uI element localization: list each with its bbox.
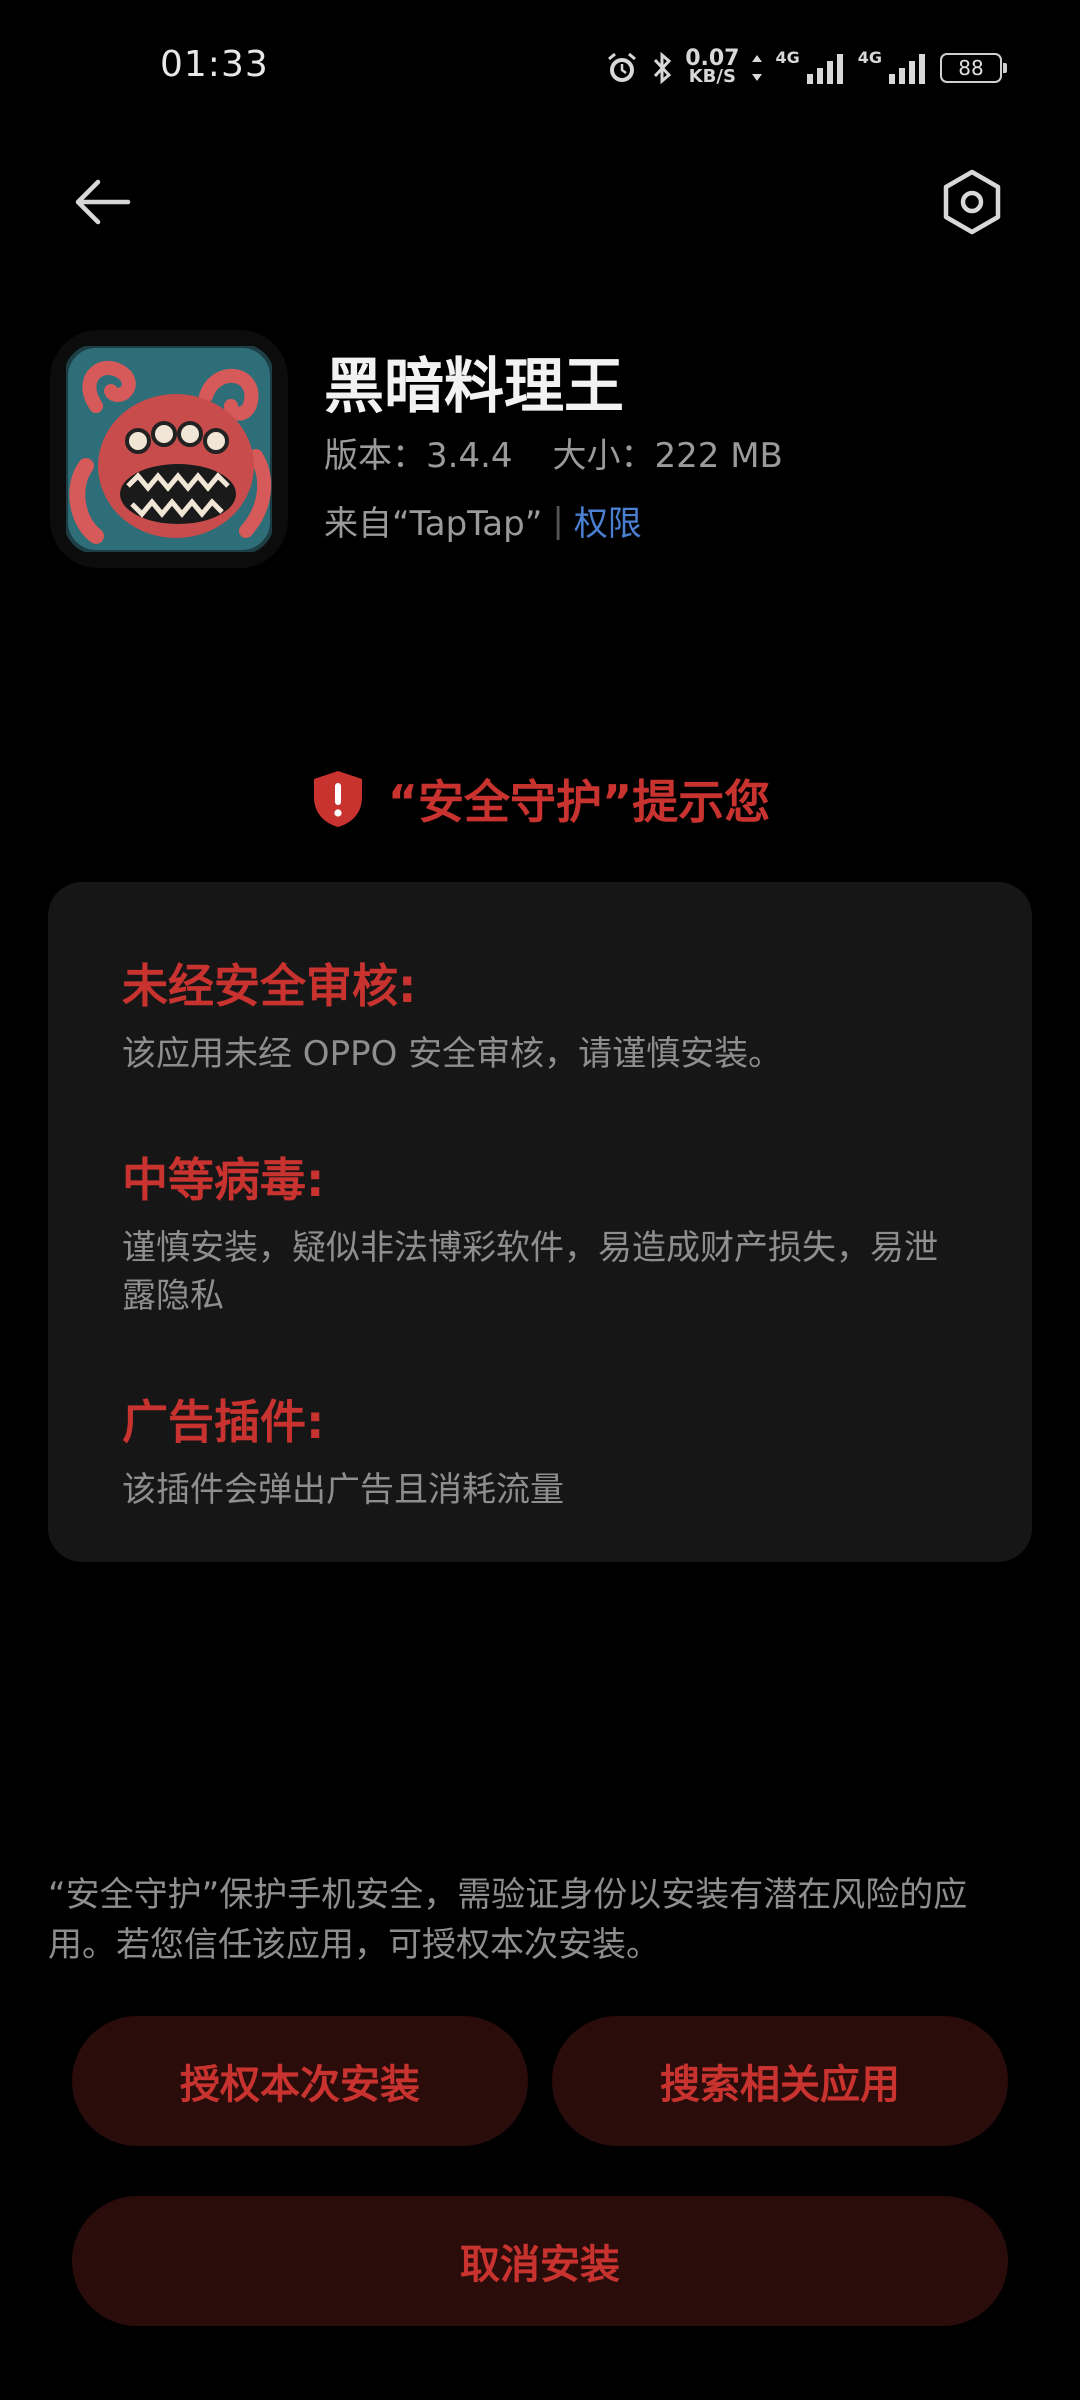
security-note: “安全守护”保护手机安全，需验证身份以安装有潜在风险的应用。若您信任该应用，可授… [48, 1875, 968, 1965]
risk-item: 中等病毒: 谨慎安装，疑似非法博彩软件，易造成财产损失，易泄露隐私 [122, 1144, 958, 1320]
cancel-install-button[interactable]: 取消安装 [72, 2196, 1008, 2326]
app-source-row: 来自“TapTap” | 权限 [324, 496, 642, 545]
network-type-2: 4G [857, 48, 882, 67]
risk-desc: 该插件会弹出广告且消耗流量 [122, 1470, 564, 1510]
bluetooth-icon [654, 51, 672, 84]
risk-card: 未经安全审核: 该应用未经 OPPO 安全审核，请谨慎安装。 中等病毒: 谨慎安… [48, 882, 1032, 1562]
alarm-icon [608, 52, 637, 82]
status-time: 01:33 [160, 44, 269, 85]
warning-title: “安全守护”提示您 [387, 775, 771, 829]
app-size: 大小：222 MB [552, 436, 783, 476]
network-type-1: 4G [775, 48, 800, 67]
status-icons: 0.07 KB/S 4G 4G 88 [605, 45, 1007, 87]
app-icon [50, 330, 288, 568]
network-speed: 0.07 KB/S [685, 45, 740, 87]
app-meta: 版本：3.4.4 大小：222 MB [324, 428, 783, 477]
app-version: 版本：3.4.4 [324, 436, 513, 476]
signal-icon [806, 53, 843, 84]
battery-icon: 88 [940, 52, 1007, 83]
app-logo-octopus [66, 346, 272, 552]
risk-title: 未经安全审核: [122, 959, 417, 1013]
risk-title: 广告插件: [122, 1395, 325, 1449]
risk-desc: 该应用未经 OPPO 安全审核，请谨慎安装。 [122, 1034, 783, 1074]
permissions-link[interactable]: 权限 [574, 496, 642, 545]
settings-hexagon-icon[interactable] [936, 166, 1008, 238]
search-related-apps-button[interactable]: 搜索相关应用 [552, 2016, 1008, 2146]
data-arrows-icon [752, 54, 763, 81]
risk-desc: 谨慎安装，疑似非法博彩软件，易造成财产损失，易泄露隐私 [122, 1228, 938, 1316]
security-warning-heading: “安全守护”提示您 [0, 766, 1080, 832]
app-source: 来自“TapTap” [324, 504, 543, 544]
separator: | [552, 500, 564, 541]
risk-item: 未经安全审核: 该应用未经 OPPO 安全审核，请谨慎安装。 [122, 950, 958, 1078]
risk-title: 中等病毒: [122, 1153, 325, 1207]
risk-item: 广告插件: 该插件会弹出广告且消耗流量 [122, 1386, 958, 1514]
signal-icon [889, 53, 925, 84]
authorize-install-button[interactable]: 授权本次安装 [72, 2016, 528, 2146]
back-arrow-icon[interactable] [70, 170, 134, 234]
shield-alert-icon [313, 771, 362, 827]
app-name: 黑暗料理王 [324, 352, 624, 422]
